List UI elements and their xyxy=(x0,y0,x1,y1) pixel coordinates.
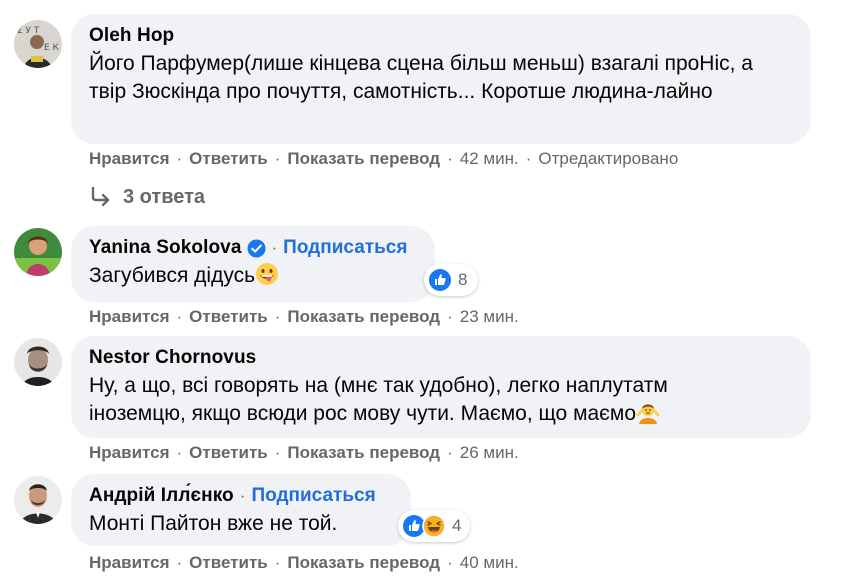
edited-label[interactable]: Отредактировано xyxy=(538,149,678,169)
comment-text: Ну, а що, всі говорять на (мнє так удобн… xyxy=(89,372,793,428)
comment-text-content: Загубився дідусь xyxy=(89,264,256,287)
reply-arrow-icon xyxy=(91,186,110,207)
comment-text: Загубився дідусь xyxy=(89,262,417,290)
timestamp[interactable]: 40 мин. xyxy=(460,553,519,573)
like-link[interactable]: Нравится xyxy=(89,149,170,169)
translate-link[interactable]: Показать перевод xyxy=(287,443,440,463)
person-shrugging-icon xyxy=(636,400,660,424)
follow-button[interactable]: Подписаться xyxy=(251,485,375,507)
comment-bubble: Андрій Ілл́єнко · Подписаться Монті Пайт… xyxy=(71,474,411,546)
verified-badge-icon xyxy=(246,238,266,258)
separator: · xyxy=(447,443,453,462)
separator: · xyxy=(525,149,532,168)
timestamp[interactable]: 26 мин. xyxy=(460,443,519,463)
author-name[interactable]: Oleh Hop xyxy=(89,25,174,47)
separator: · xyxy=(447,307,453,326)
separator: · xyxy=(274,307,281,326)
translate-link[interactable]: Показать перевод xyxy=(287,553,440,573)
avatar[interactable] xyxy=(14,338,62,386)
svg-text:Σ У Т: Σ У Т xyxy=(17,26,40,36)
author-name[interactable]: Nestor Chornovus xyxy=(89,347,256,369)
separator: · xyxy=(274,149,281,168)
comment-bubble: Yanina Sokolova · Подписаться Загубився … xyxy=(71,226,435,302)
author-name[interactable]: Андрій Ілл́єнко xyxy=(89,485,234,507)
separator: · xyxy=(271,238,278,257)
timestamp[interactable]: 42 мин. xyxy=(460,149,519,169)
like-link[interactable]: Нравится xyxy=(89,443,170,463)
follow-button[interactable]: Подписаться xyxy=(283,237,407,259)
like-reaction-icon xyxy=(428,268,452,292)
svg-text:Ε К: Ε К xyxy=(44,43,60,53)
replies-count-label: 3 ответа xyxy=(123,185,206,208)
comment-bubble: Nestor Chornovus Ну, а що, всі говорять … xyxy=(71,336,811,438)
like-link[interactable]: Нравится xyxy=(89,553,170,573)
reactions-summary[interactable]: 8 xyxy=(424,264,478,296)
reactions-summary[interactable]: 4 xyxy=(398,510,470,542)
reply-link[interactable]: Ответить xyxy=(189,307,268,327)
author-name[interactable]: Yanina Sokolova xyxy=(89,237,242,259)
separator: · xyxy=(239,486,246,505)
separator: · xyxy=(447,553,453,572)
haha-reaction-icon xyxy=(422,514,446,538)
comment-actions: Нравится · Ответить · Показать перевод ·… xyxy=(89,306,519,328)
separator: · xyxy=(447,149,453,168)
translate-link[interactable]: Показать перевод xyxy=(287,307,440,327)
comment-text: Монті Пайтон вже не той. xyxy=(89,512,338,535)
separator: · xyxy=(176,149,183,168)
separator: · xyxy=(274,553,281,572)
separator: · xyxy=(176,553,183,572)
comment-actions: Нравится · Ответить · Показать перевод ·… xyxy=(89,442,519,464)
comment-text-line: Ну, а що, всі говорять на (мнє так удобн… xyxy=(89,374,668,397)
reaction-count: 8 xyxy=(458,270,468,289)
avatar[interactable]: Σ У Т Ε К xyxy=(14,20,62,68)
comment-text-line: іноземцю, якщо всюди рос мову чути. Маєм… xyxy=(89,402,637,425)
separator: · xyxy=(176,443,183,462)
reaction-count: 4 xyxy=(452,516,462,535)
like-link[interactable]: Нравится xyxy=(89,307,170,327)
separator: · xyxy=(176,307,183,326)
view-replies-link[interactable]: 3 ответа xyxy=(89,182,205,212)
comment-actions: Нравится · Ответить · Показать перевод ·… xyxy=(89,148,678,170)
reply-link[interactable]: Ответить xyxy=(189,443,268,463)
avatar[interactable] xyxy=(14,228,62,276)
avatar[interactable] xyxy=(14,476,62,524)
separator: · xyxy=(274,443,281,462)
reply-link[interactable]: Ответить xyxy=(189,149,268,169)
grinning-face-with-tongue-icon xyxy=(255,262,279,286)
translate-link[interactable]: Показать перевод xyxy=(287,149,440,169)
timestamp[interactable]: 23 мин. xyxy=(460,307,519,327)
reply-link[interactable]: Ответить xyxy=(189,553,268,573)
comment-actions: Нравится · Ответить · Показать перевод ·… xyxy=(89,552,519,574)
comment-text: Його Парфумер(лише кінцева сцена більш м… xyxy=(89,52,753,103)
comment-bubble: Oleh Hop Його Парфумер(лише кінцева сцен… xyxy=(71,14,811,144)
